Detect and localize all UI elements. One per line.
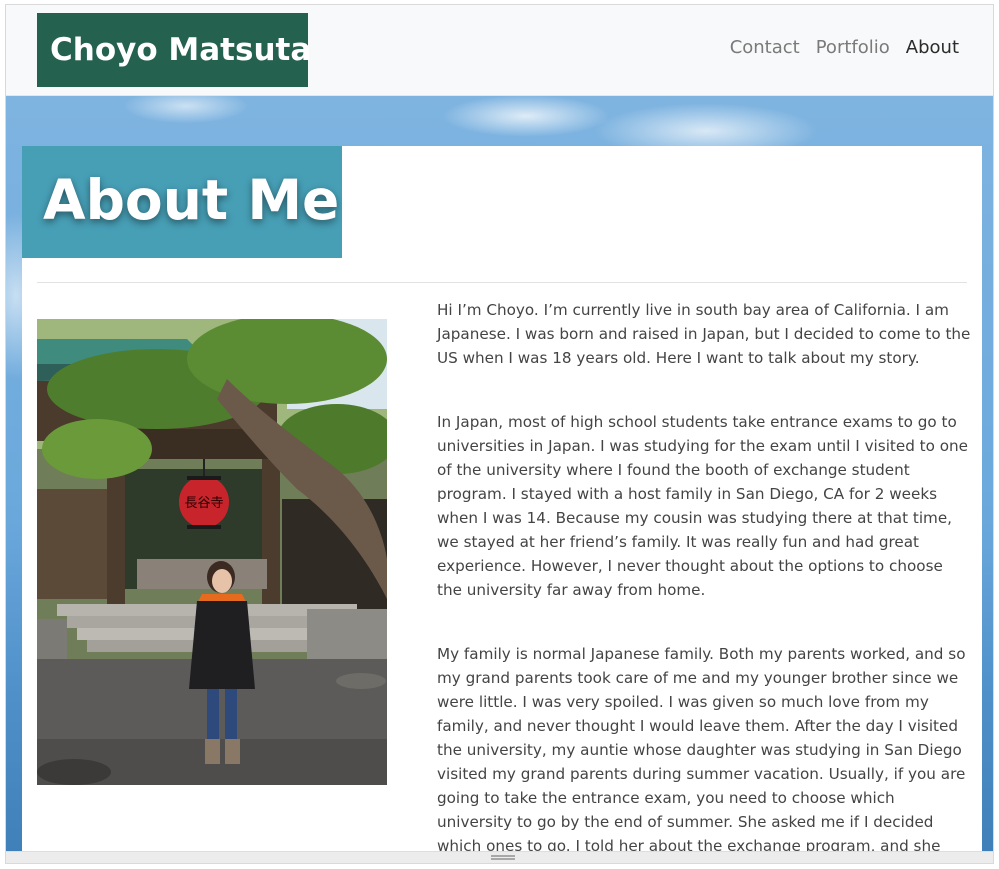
nav-link-contact[interactable]: Contact <box>730 37 800 58</box>
resize-handle[interactable] <box>6 851 993 863</box>
divider <box>37 282 967 283</box>
about-paragraph: My family is normal Japanese family. Bot… <box>437 645 966 855</box>
nav-link-about[interactable]: About <box>906 37 959 58</box>
site-brand[interactable]: Choyo Matsuta <box>37 13 311 87</box>
profile-photo: 長谷寺 <box>37 319 387 785</box>
nav-menu: Contact Portfolio About <box>730 37 959 58</box>
about-text: Hi I’m Choyo. I’m currently live in sout… <box>437 298 972 863</box>
grip-icon <box>491 855 515 860</box>
navbar: Choyo Matsuta Contact Portfolio About <box>6 5 993 96</box>
nav-link-portfolio[interactable]: Portfolio <box>816 37 890 58</box>
browser-viewport: Choyo Matsuta Contact Portfolio About Ab… <box>5 4 994 864</box>
about-paragraph: In Japan, most of high school students t… <box>437 413 969 599</box>
about-paragraph: Hi I’m Choyo. I’m currently live in sout… <box>437 301 971 367</box>
sky-background: About Me 長谷寺 Hi I’m Choyo. I’m currently… <box>6 96 993 863</box>
title-box: About Me <box>22 146 342 258</box>
page-title: About Me <box>43 168 340 232</box>
lantern-text: 長谷寺 <box>184 496 223 511</box>
about-card: About Me 長谷寺 Hi I’m Choyo. I’m currently… <box>22 146 982 863</box>
